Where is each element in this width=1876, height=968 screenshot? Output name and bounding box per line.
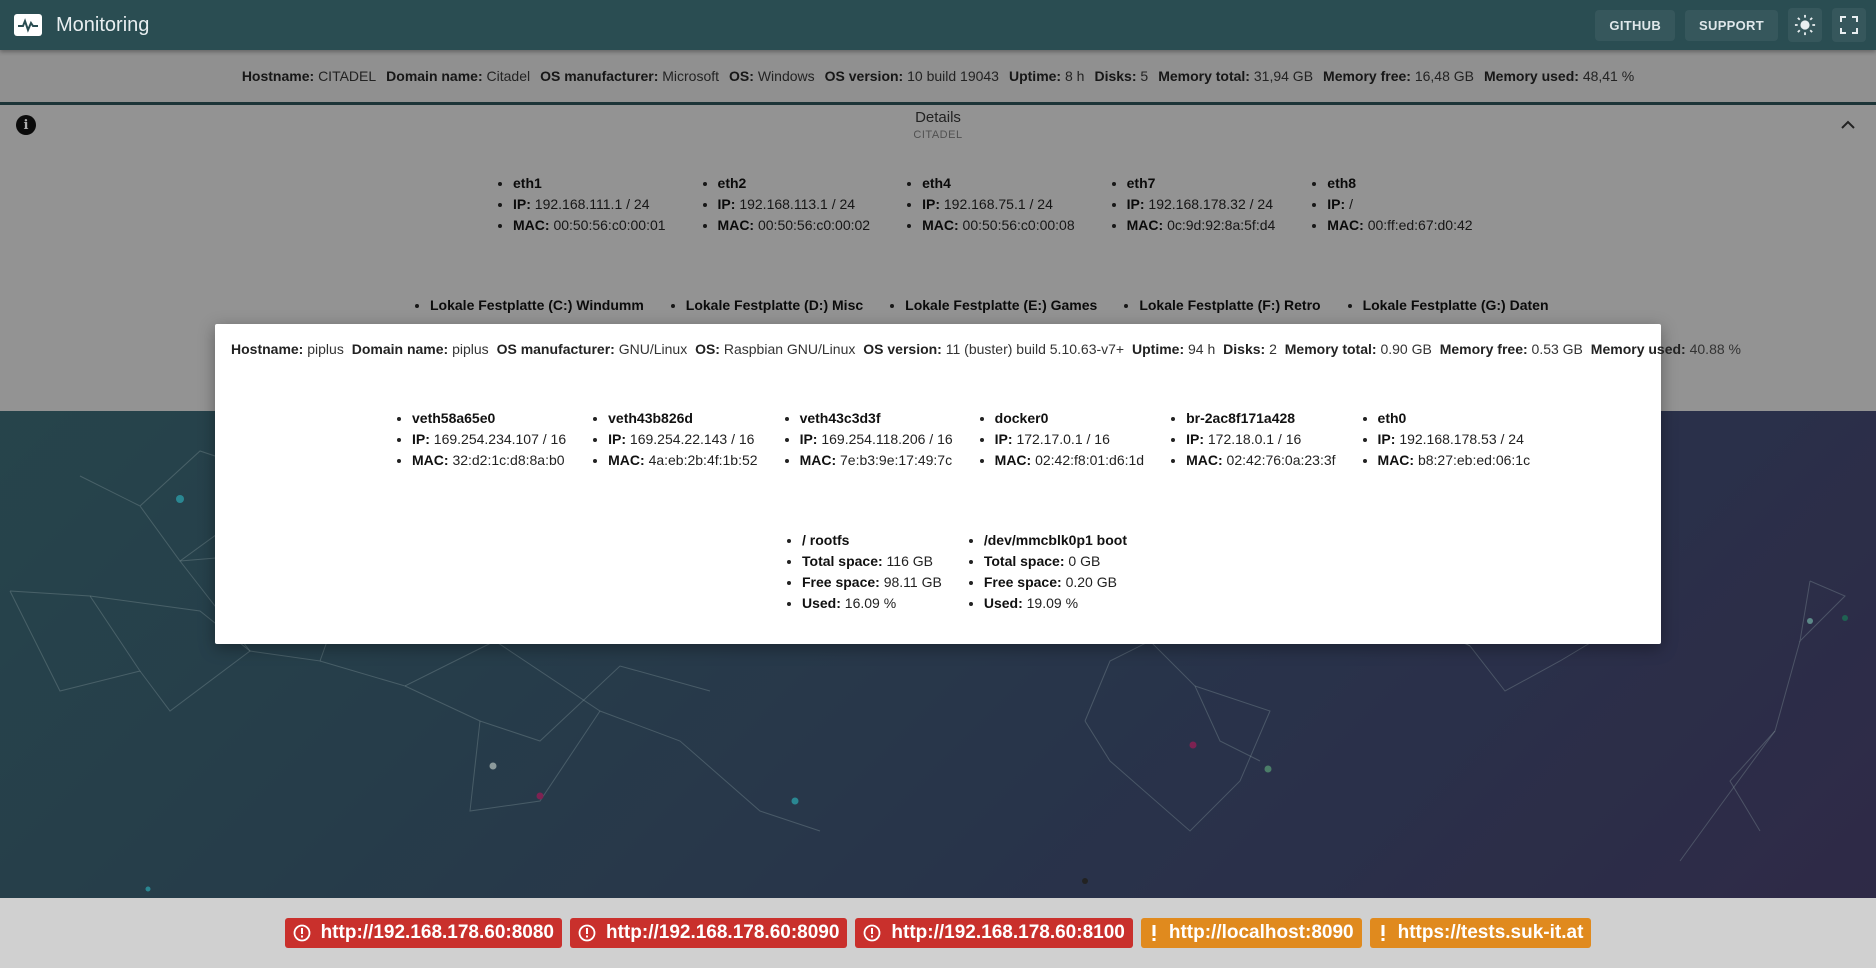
url-status-chip[interactable]: http://192.168.178.60:8090 [570, 918, 848, 948]
interface-item: veth43b826d IP: 169.254.22.143 / 16 MAC:… [590, 408, 757, 471]
dialog-hostname: Hostname: piplus [231, 341, 344, 357]
disk-item: /dev/mmcblk0p1 boot Total space: 0 GB Fr… [966, 530, 1127, 614]
dialog-os-manufacturer: OS manufacturer: GNU/Linux [496, 341, 688, 357]
sun-icon [1794, 14, 1816, 36]
theme-toggle-button[interactable] [1788, 8, 1822, 42]
dialog-os-version: OS version: 11 (buster) build 5.10.63-v7… [863, 341, 1125, 357]
url-status-footer: http://192.168.178.60:8080 http://192.16… [0, 898, 1876, 968]
dialog-domain: Domain name: piplus [351, 341, 489, 357]
app-title: Monitoring [56, 13, 150, 36]
interface-item: veth43c3d3f IP: 169.254.118.206 / 16 MAC… [782, 408, 953, 471]
error-circle-icon [863, 924, 881, 942]
url-label: http://192.168.178.60:8080 [320, 922, 554, 943]
url-label: http://192.168.178.60:8100 [891, 922, 1125, 943]
dialog-summary: Hostname: piplus Domain name: piplus OS … [231, 341, 1745, 357]
dialog-interfaces: veth58a65e0 IP: 169.254.234.107 / 16 MAC… [394, 408, 1554, 471]
interface-item: br-2ac8f171a428 IP: 172.18.0.1 / 16 MAC:… [1168, 408, 1335, 471]
dialog-memory-used: Memory used: 40.88 % [1590, 341, 1741, 357]
dialog-memory-total: Memory total: 0.90 GB [1284, 341, 1432, 357]
url-label: http://192.168.178.60:8090 [606, 922, 840, 943]
exclamation-icon [1149, 924, 1159, 942]
interface-item: eth0 IP: 192.168.178.53 / 24 MAC: b8:27:… [1360, 408, 1531, 471]
dialog-memory-free: Memory free: 0.53 GB [1439, 341, 1583, 357]
host-details-dialog: Hostname: piplus Domain name: piplus OS … [215, 324, 1741, 644]
interface-item: veth58a65e0 IP: 169.254.234.107 / 16 MAC… [394, 408, 566, 471]
dialog-uptime: Uptime: 94 h [1132, 341, 1216, 357]
dialog-disks-list: / rootfs Total space: 116 GB Free space:… [784, 530, 1151, 614]
disk-item: / rootfs Total space: 116 GB Free space:… [784, 530, 942, 614]
dialog-os: OS: Raspbian GNU/Linux [695, 341, 856, 357]
fullscreen-button[interactable] [1832, 8, 1866, 42]
github-button[interactable]: GITHUB [1595, 9, 1676, 41]
url-status-chip[interactable]: http://localhost:8090 [1140, 918, 1362, 948]
error-circle-icon [578, 924, 596, 942]
url-label: https://tests.suk-it.at [1397, 922, 1584, 943]
dialog-disks: Disks: 2 [1223, 341, 1277, 357]
url-label: http://localhost:8090 [1168, 922, 1354, 943]
exclamation-icon [1378, 924, 1388, 942]
interface-item: docker0 IP: 172.17.0.1 / 16 MAC: 02:42:f… [977, 408, 1144, 471]
app-header: Monitoring GITHUB SUPPORT [0, 0, 1876, 50]
url-status-chip[interactable]: http://192.168.178.60:8100 [855, 918, 1133, 948]
monitoring-logo-icon [14, 14, 42, 36]
url-status-chip[interactable]: http://192.168.178.60:8080 [284, 918, 562, 948]
url-status-chip[interactable]: https://tests.suk-it.at [1369, 918, 1592, 948]
support-button[interactable]: SUPPORT [1685, 9, 1778, 41]
fullscreen-icon [1840, 16, 1858, 34]
error-circle-icon [293, 924, 311, 942]
